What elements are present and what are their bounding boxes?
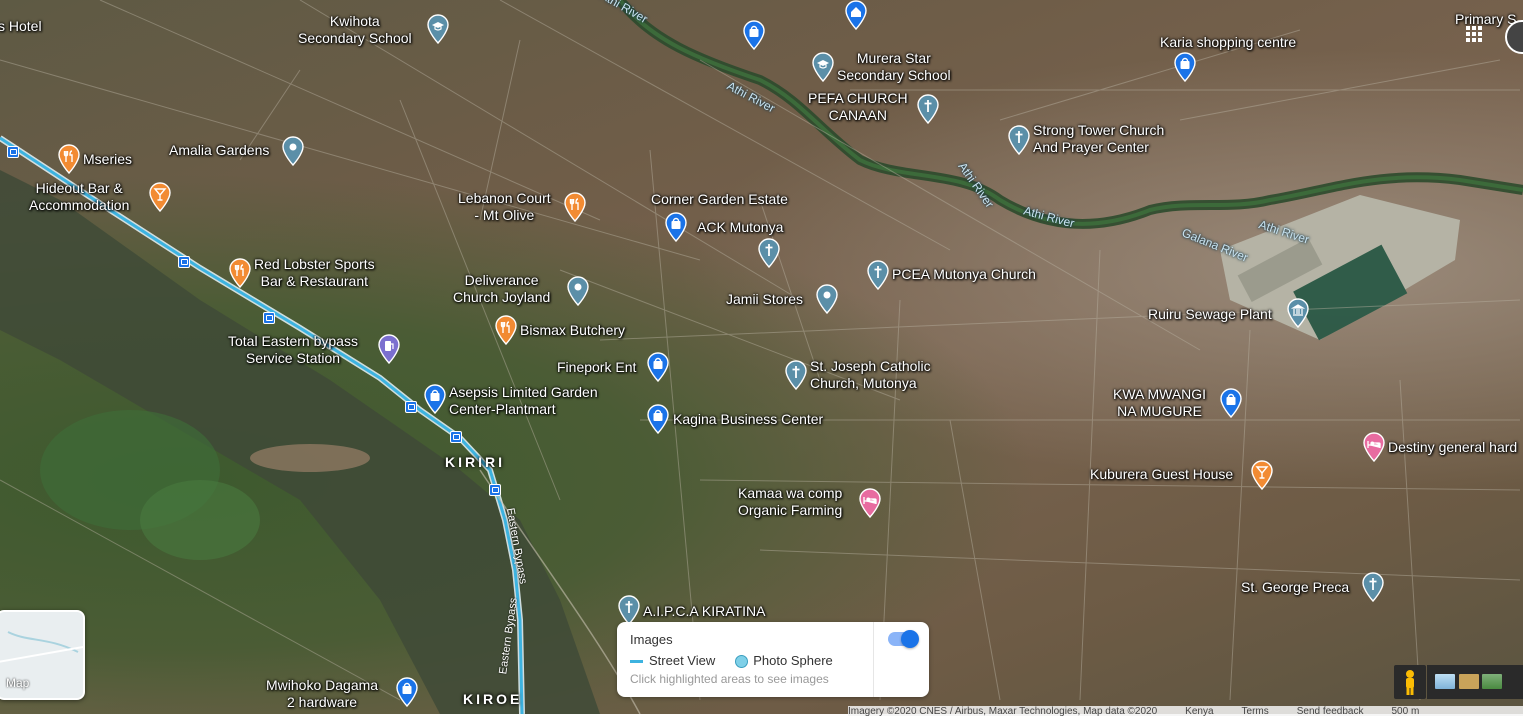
imagery-thumb-sky[interactable] [1435,674,1455,689]
shopping-pin-icon[interactable] [424,384,446,414]
place-label[interactable]: Mseries [83,151,132,168]
place-label[interactable]: Finepork Ent [557,359,636,376]
bar-pin-icon[interactable] [149,182,171,212]
bus-stop-icon[interactable] [405,401,417,413]
place-label[interactable]: Strong Tower Church And Prayer Center [1033,122,1164,156]
place-pin-icon[interactable] [816,284,838,314]
bus-stop-icon[interactable] [7,146,19,158]
place-label[interactable]: Primary S [1455,11,1516,28]
images-layer-toggle[interactable] [888,630,919,648]
map-type-toggle[interactable]: Map [0,610,85,700]
legend-divider [873,622,874,697]
legend-title: Images [630,632,673,647]
home-pin-icon[interactable] [845,0,867,30]
hotel-pin-icon[interactable] [1363,432,1385,462]
place-pin-icon[interactable] [282,136,304,166]
school-pin-icon[interactable] [427,14,449,44]
images-layer-legend[interactable]: Images Street View Photo Sphere Click hig… [617,622,929,697]
church-pin-icon[interactable] [785,360,807,390]
place-label[interactable]: KWA MWANGI NA MUGURE [1113,386,1206,420]
place-label[interactable]: Kwihota Secondary School [298,13,412,47]
place-label[interactable]: Jamii Stores [726,291,803,308]
imagery-layers-strip[interactable] [1427,665,1523,699]
pegman-icon [1406,670,1414,695]
send-feedback-link[interactable]: Send feedback [1297,706,1364,716]
church-pin-icon[interactable] [917,94,939,124]
place-label[interactable]: Mwihoko Dagama 2 hardware [266,677,378,711]
place-label[interactable]: Lebanon Court - Mt Olive [458,190,551,224]
area-label-kiroe: KIROE [463,691,523,707]
place-label[interactable]: PEFA CHURCH CANAAN [808,90,908,124]
place-label[interactable]: Destiny general hard [1388,439,1517,456]
shopping-pin-icon[interactable] [647,404,669,434]
place-label[interactable]: Bismax Butchery [520,322,625,339]
hotel-pin-icon[interactable] [859,488,881,518]
fuel-pin-icon[interactable] [378,334,400,364]
shopping-pin-icon[interactable] [1174,52,1196,82]
place-label[interactable]: Ruiru Sewage Plant [1148,306,1272,323]
street-view-line-icon [630,660,643,664]
place-label[interactable]: A.I.P.C.A KIRATINA [643,603,765,620]
restaurant-pin-icon[interactable] [564,192,586,222]
legend-row: Street View Photo Sphere [630,653,833,669]
photo-sphere-dot-icon [735,655,749,669]
pegman-street-view-button[interactable] [1394,665,1426,699]
place-label[interactable]: Hideout Bar & Accommodation [29,180,129,214]
place-label[interactable]: Red Lobster Sports Bar & Restaurant [254,256,375,290]
place-label[interactable]: Kagina Business Center [673,411,823,428]
school-pin-icon[interactable] [812,52,834,82]
place-label[interactable]: St. Joseph Catholic Church, Mutonya [810,358,931,392]
terms-link[interactable]: Terms [1242,706,1269,716]
place-pin-icon[interactable] [567,276,589,306]
restaurant-pin-icon[interactable] [58,144,80,174]
bar-pin-icon[interactable] [1251,460,1273,490]
apps-grid-icon[interactable] [1466,26,1482,42]
street-view-label: Street View [649,653,716,668]
legend-hint: Click highlighted areas to see images [630,672,829,686]
place-label[interactable]: Corner Garden Estate [651,191,788,208]
restaurant-pin-icon[interactable] [229,258,251,288]
imagery-thumb-desert[interactable] [1459,674,1479,689]
minimap-label: Map [6,676,30,690]
church-pin-icon[interactable] [1362,572,1384,602]
place-label[interactable]: Total Eastern bypass Service Station [228,333,358,367]
satellite-map[interactable]: s Hotel Kwihota Secondary School Murera S… [0,0,1523,714]
shopping-pin-icon[interactable] [1220,388,1242,418]
bus-stop-icon[interactable] [489,484,501,496]
restaurant-pin-icon[interactable] [495,315,517,345]
place-label[interactable]: Kamaa wa comp Organic Farming [738,485,842,519]
place-label[interactable]: Amalia Gardens [169,142,269,159]
church-pin-icon[interactable] [618,595,640,625]
shopping-pin-icon[interactable] [743,20,765,50]
shopping-pin-icon[interactable] [647,352,669,382]
place-label[interactable]: s Hotel [0,18,42,35]
map-attribution: Imagery ©2020 CNES / Airbus, Maxar Techn… [848,706,1523,716]
country-label[interactable]: Kenya [1185,706,1213,716]
place-label[interactable]: Kuburera Guest House [1090,466,1233,483]
bus-stop-icon[interactable] [263,312,275,324]
photo-sphere-label: Photo Sphere [753,653,833,668]
church-pin-icon[interactable] [758,238,780,268]
place-label[interactable]: Murera Star Secondary School [837,50,951,84]
place-label[interactable]: PCEA Mutonya Church [892,266,1036,283]
shopping-pin-icon[interactable] [396,677,418,707]
imagery-credit: Imagery ©2020 CNES / Airbus, Maxar Techn… [848,706,1158,716]
shopping-pin-icon[interactable] [665,212,687,242]
imagery-thumb-terrain[interactable] [1482,674,1502,689]
place-label[interactable]: Deliverance Church Joyland [453,272,550,306]
place-label[interactable]: ACK Mutonya [697,219,783,236]
place-label[interactable]: St. George Preca [1241,579,1349,596]
scale-label[interactable]: 500 m [1391,706,1419,716]
place-label[interactable]: Karia shopping centre [1160,34,1296,51]
place-label[interactable]: Asepsis Limited Garden Center-Plantmart [449,384,598,418]
government-pin-icon[interactable] [1287,298,1309,328]
bus-stop-icon[interactable] [450,431,462,443]
church-pin-icon[interactable] [1008,125,1030,155]
bus-stop-icon[interactable] [178,256,190,268]
church-pin-icon[interactable] [867,260,889,290]
area-label-kiriri: KIRIRI [445,454,505,470]
